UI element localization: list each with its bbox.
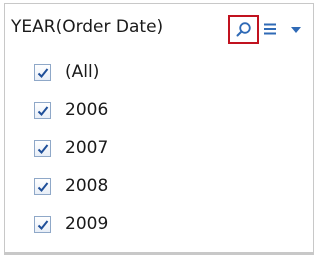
checkbox[interactable]: [34, 102, 51, 119]
checkmark-icon: [37, 68, 49, 78]
list-item-label: 2009: [65, 214, 109, 234]
checkbox[interactable]: [34, 178, 51, 195]
filter-header: YEAR(Order Date): [5, 4, 313, 50]
quick-filter-panel: YEAR(Order Date) (All) 2006 2007 2008 20…: [4, 3, 314, 255]
list-item-label: 2007: [65, 138, 109, 158]
list-item-2006[interactable]: 2006: [5, 97, 313, 135]
checkmark-icon: [37, 106, 49, 116]
list-item-2009[interactable]: 2009: [5, 211, 313, 249]
search-button[interactable]: [228, 15, 259, 44]
checkbox[interactable]: [34, 64, 51, 81]
dropdown-arrow-icon[interactable]: [290, 25, 302, 35]
list-menu-icon[interactable]: [263, 22, 277, 36]
checkmark-icon: [37, 220, 49, 230]
checkbox[interactable]: [34, 140, 51, 157]
filter-title: YEAR(Order Date): [11, 17, 164, 37]
checkbox[interactable]: [34, 216, 51, 233]
list-item-2008[interactable]: 2008: [5, 173, 313, 211]
checkmark-icon: [37, 144, 49, 154]
search-icon: [236, 22, 251, 37]
list-item-2007[interactable]: 2007: [5, 135, 313, 173]
list-item-label: (All): [65, 62, 100, 82]
checkmark-icon: [37, 182, 49, 192]
list-item-label: 2006: [65, 100, 109, 120]
list-item-label: 2008: [65, 176, 109, 196]
list-item-all[interactable]: (All): [5, 59, 313, 97]
filter-value-list: (All) 2006 2007 2008 2009: [5, 59, 313, 249]
